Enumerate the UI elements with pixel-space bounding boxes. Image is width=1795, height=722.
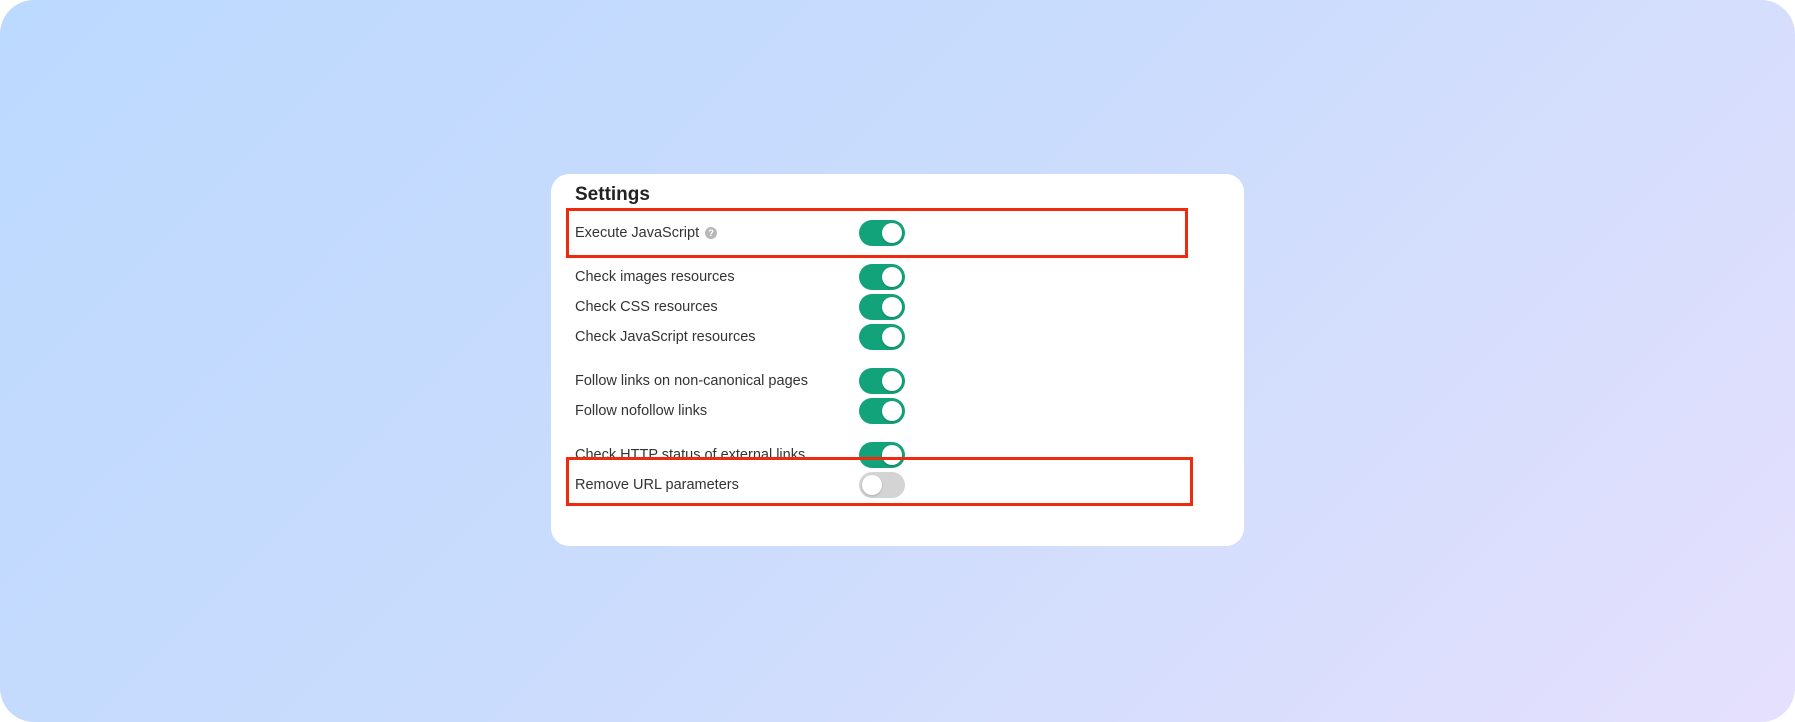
- setting-row-check-images: Check images resources: [551, 262, 1244, 292]
- setting-label-check-http-status: Check HTTP status of external links: [575, 447, 806, 463]
- setting-row-check-javascript: Check JavaScript resources: [551, 322, 1244, 352]
- setting-label-remove-url-parameters: Remove URL parameters: [575, 477, 739, 493]
- toggle-check-http-status[interactable]: [859, 442, 905, 468]
- toggle-check-css[interactable]: [859, 294, 905, 320]
- setting-row-check-http-status: Check HTTP status of external links: [551, 440, 1244, 470]
- setting-label-follow-non-canonical: Follow links on non-canonical pages: [575, 373, 808, 389]
- toggle-knob: [882, 401, 902, 421]
- setting-row-check-css: Check CSS resources: [551, 292, 1244, 322]
- setting-label-check-css: Check CSS resources: [575, 299, 718, 315]
- setting-label-execute-javascript: Execute JavaScript?: [575, 225, 718, 241]
- setting-row-execute-javascript: Execute JavaScript?: [551, 218, 1244, 248]
- toggle-follow-nofollow[interactable]: [859, 398, 905, 424]
- toggle-remove-url-parameters[interactable]: [859, 472, 905, 498]
- setting-row-follow-non-canonical: Follow links on non-canonical pages: [551, 366, 1244, 396]
- background: Settings Execute JavaScript? Check image…: [0, 0, 1795, 722]
- toggle-knob: [882, 327, 902, 347]
- toggle-check-javascript[interactable]: [859, 324, 905, 350]
- toggle-knob: [882, 297, 902, 317]
- settings-title: Settings: [575, 184, 650, 205]
- setting-row-follow-nofollow: Follow nofollow links: [551, 396, 1244, 426]
- setting-row-remove-url-parameters: Remove URL parameters: [551, 470, 1244, 500]
- settings-panel: Settings Execute JavaScript? Check image…: [551, 174, 1244, 546]
- toggle-execute-javascript[interactable]: [859, 220, 905, 246]
- toggle-knob: [882, 445, 902, 465]
- toggle-knob: [882, 223, 902, 243]
- toggle-follow-non-canonical[interactable]: [859, 368, 905, 394]
- question-circle-icon[interactable]: ?: [705, 227, 718, 239]
- toggle-check-images[interactable]: [859, 264, 905, 290]
- setting-label-check-javascript: Check JavaScript resources: [575, 329, 756, 345]
- setting-label-check-images: Check images resources: [575, 269, 735, 285]
- toggle-knob: [882, 371, 902, 391]
- setting-label-follow-nofollow: Follow nofollow links: [575, 403, 708, 419]
- toggle-knob: [862, 475, 882, 495]
- toggle-knob: [882, 267, 902, 287]
